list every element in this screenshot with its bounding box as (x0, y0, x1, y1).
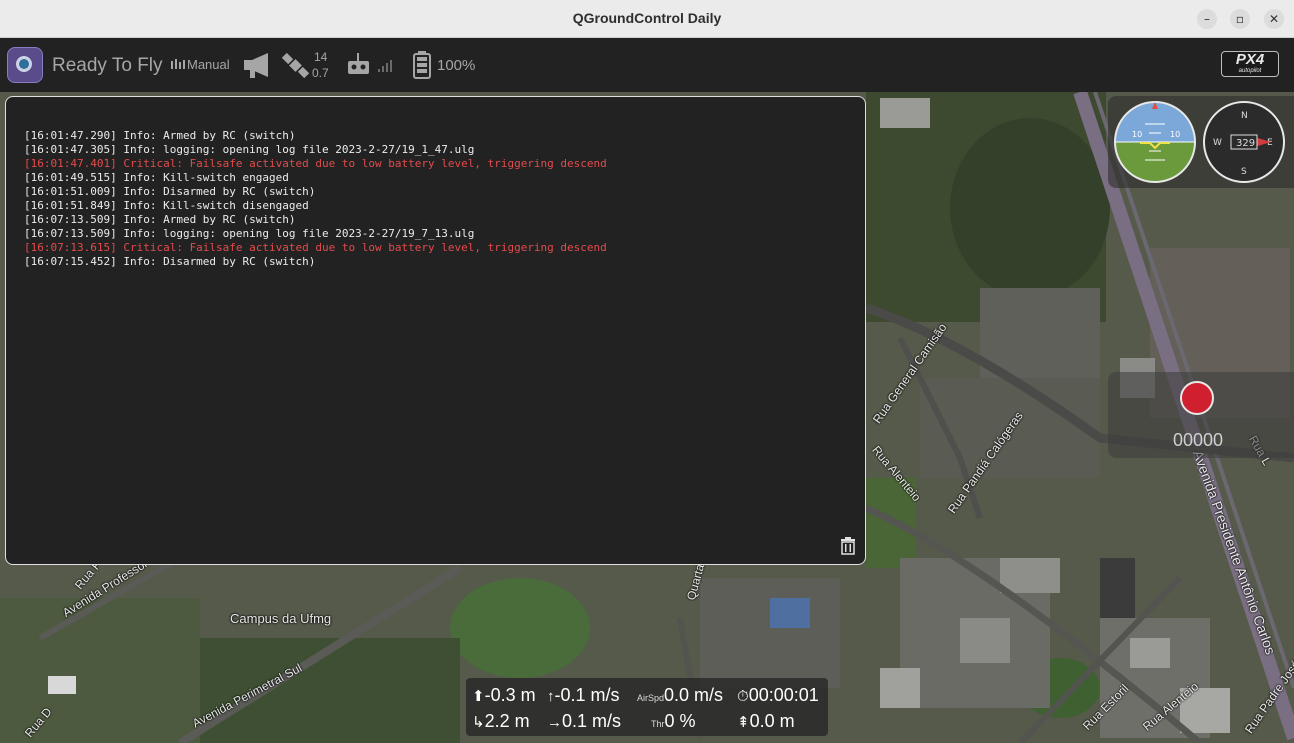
ground-speed-value: 0.1 m/s (562, 711, 622, 731)
message-line-critical: [16:07:13.615] Critical: Failsafe activa… (24, 241, 607, 254)
message-line: [16:07:15.452] Info: Disarmed by RC (swi… (24, 255, 316, 268)
message-line-critical: [16:01:47.401] Critical: Failsafe activa… (24, 157, 607, 170)
timer-icon: ⏱ (737, 688, 749, 705)
close-button[interactable]: ✕ (1264, 9, 1284, 29)
compass-e: E (1267, 138, 1273, 148)
record-count: 00000 (1172, 430, 1224, 450)
px4-logo: PX4 autopilot (1221, 51, 1279, 77)
gps-hdop: 0.7 (312, 66, 329, 80)
flight-mode-icon (171, 59, 185, 69)
throttle-value: 0 % (664, 711, 696, 731)
rc-transmitter-icon[interactable] (347, 53, 371, 75)
message-line: [16:07:13.509] Info: Armed by RC (switch… (24, 213, 296, 226)
main-toolbar: Ready To Fly Manual 14 ◔ 0.7 100% PX4 au… (0, 38, 1294, 92)
airspeed-label: AirSpd (637, 693, 665, 703)
px4-logo-subtext: autopilot (1238, 68, 1262, 74)
px4-logo-text: PX4 (1235, 51, 1265, 68)
attitude-indicator[interactable]: 10 10 (1112, 99, 1198, 185)
home-distance-value: 0.0 m (749, 711, 795, 731)
altitude-readout: ⬆-0.3 m (472, 685, 536, 706)
record-button[interactable] (1180, 381, 1214, 415)
flight-time-readout: ⏱00:00:01 (737, 685, 819, 706)
telemetry-panel[interactable]: ⬆-0.3 m ↑-0.1 m/s AirSpd0.0 m/s ⏱00:00:0… (466, 678, 828, 736)
gps-satellite-icon[interactable] (282, 52, 310, 78)
vehicle-status[interactable]: Ready To Fly (52, 55, 163, 77)
message-line: [16:07:13.509] Info: logging: opening lo… (24, 227, 475, 240)
minimize-button[interactable]: – (1197, 9, 1217, 29)
ground-speed-icon: → (547, 714, 562, 731)
compass-w: W (1213, 138, 1222, 148)
altitude-value: -0.3 m (484, 685, 536, 705)
maximize-button[interactable]: ▫ (1230, 9, 1250, 29)
heading-value: 329 (1236, 138, 1255, 149)
qgc-logo-icon[interactable] (7, 47, 43, 83)
pitch-scale-right: 10 (1170, 130, 1180, 139)
window-titlebar: QGroundControl Daily – ▫ ✕ (0, 0, 1294, 38)
message-line: [16:01:51.009] Info: Disarmed by RC (swi… (24, 185, 316, 198)
pitch-scale-left: 10 (1132, 130, 1142, 139)
trash-icon[interactable] (840, 537, 856, 555)
message-line: [16:01:49.515] Info: Kill-switch engaged (24, 171, 289, 184)
throttle-label: Thr (651, 719, 665, 729)
vertical-speed-icon: ↑ (547, 688, 555, 705)
battery-percent: 100% (437, 57, 476, 74)
flight-time-value: 00:00:01 (748, 685, 819, 705)
airspeed-readout: AirSpd0.0 m/s (637, 685, 723, 706)
message-line: [16:01:47.305] Info: logging: opening lo… (24, 143, 475, 156)
window-title: QGroundControl Daily (572, 10, 722, 26)
home-icon: ⇞ (737, 714, 750, 731)
message-list: [16:01:47.290] Info: Armed by RC (switch… (24, 115, 607, 297)
vertical-speed-readout: ↑-0.1 m/s (547, 685, 620, 706)
flight-mode[interactable]: Manual (187, 57, 230, 72)
megaphone-icon[interactable] (242, 51, 272, 79)
map-label-campus: Campus da Ufmg (230, 611, 332, 626)
gps-hdop-icon: ◔ (298, 66, 305, 78)
airspeed-value: 0.0 m/s (664, 685, 724, 705)
distance-value: 2.2 m (484, 711, 530, 731)
distance-icon: ↳ (472, 714, 485, 731)
compass-indicator[interactable]: N E S W 329 (1201, 99, 1287, 185)
ground-speed-readout: →0.1 m/s (547, 711, 621, 732)
distance-readout: ↳2.2 m (472, 711, 530, 732)
home-distance-readout: ⇞0.0 m (737, 711, 795, 732)
throttle-readout: Thr0 % (651, 711, 696, 732)
compass-n: N (1241, 111, 1248, 121)
compass-s: S (1241, 167, 1247, 177)
vehicle-messages-panel: [16:01:47.290] Info: Armed by RC (switch… (5, 96, 866, 565)
vertical-speed-value: -0.1 m/s (554, 685, 620, 705)
message-line: [16:01:51.849] Info: Kill-switch disenga… (24, 199, 309, 212)
rc-signal-icon (378, 60, 392, 72)
battery-icon[interactable] (413, 51, 431, 79)
message-line: [16:01:47.290] Info: Armed by RC (switch… (24, 129, 296, 142)
gps-sat-count: 14 (314, 50, 328, 64)
altitude-icon: ⬆ (472, 688, 485, 705)
